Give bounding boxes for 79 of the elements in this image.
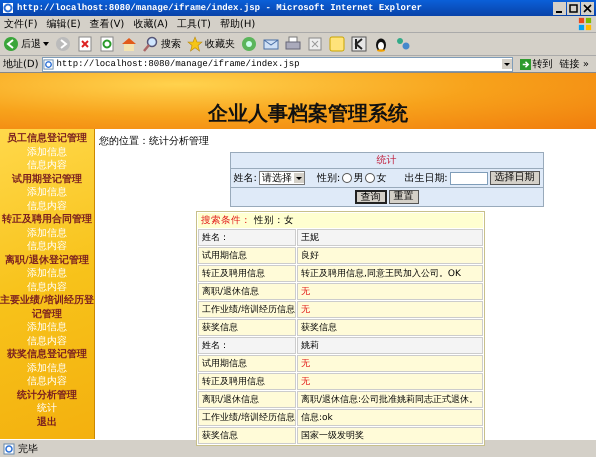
table-cell: 获奖信息 bbox=[198, 427, 296, 444]
menu-item[interactable]: 工具(T) bbox=[177, 17, 211, 31]
menu-item[interactable]: 收藏(A) bbox=[133, 17, 168, 31]
magnifier-icon bbox=[143, 36, 159, 52]
status-text: 完毕 bbox=[18, 442, 38, 456]
table-cell: 试用期信息 bbox=[198, 247, 296, 264]
back-button[interactable]: 后退 bbox=[3, 36, 41, 52]
arrow-icon bbox=[520, 58, 531, 70]
menu-item[interactable]: 编辑(E) bbox=[46, 17, 81, 31]
choose-date-button[interactable]: 选择日期 bbox=[490, 171, 540, 185]
site-title: 企业人事档案管理系统 bbox=[208, 100, 408, 127]
table-cell: 工作业绩/培训经历信息 bbox=[198, 409, 296, 426]
condition-label: 搜索条件： bbox=[201, 214, 251, 228]
sidebar-heading[interactable]: 试用期登记管理 bbox=[12, 172, 82, 186]
sidebar-heading[interactable]: 离职/退休登记管理 bbox=[5, 254, 89, 267]
sidebar-heading[interactable]: 员工信息登记管理 bbox=[7, 132, 87, 146]
table-cell: 离职/退休信息:公司批准姚莉同志正式退休。 bbox=[297, 391, 483, 408]
table-cell: 离职/退休信息 bbox=[198, 283, 296, 300]
table-cell: 获奖信息 bbox=[297, 319, 483, 336]
breadcrumb: 您的位置：统计分析管理 bbox=[99, 134, 209, 148]
k-icon[interactable] bbox=[351, 36, 367, 52]
table-cell: 试用期信息 bbox=[198, 355, 296, 372]
menu-item[interactable]: 帮助(H) bbox=[220, 17, 256, 31]
menu-item[interactable]: 查看(V) bbox=[90, 17, 124, 31]
table-cell: 姓名： bbox=[198, 229, 296, 246]
home-icon[interactable] bbox=[121, 36, 137, 52]
table-cell: 转正及聘用信息 bbox=[198, 265, 296, 282]
links-button[interactable]: 链接 » bbox=[560, 57, 593, 71]
reset-button[interactable]: 重置 bbox=[388, 190, 418, 204]
table-cell: 转正及聘用信息 bbox=[198, 373, 296, 390]
address-field[interactable]: http://localhost:8080/manage/iframe/index.jsp bbox=[42, 56, 513, 72]
page-icon bbox=[42, 58, 54, 70]
go-button[interactable]: 转到 bbox=[516, 57, 557, 71]
table-cell: 转正及聘用信息,同意王民加入公司。OK bbox=[297, 265, 483, 282]
page-icon bbox=[3, 442, 15, 454]
stop-icon[interactable] bbox=[77, 36, 93, 52]
star-icon bbox=[187, 36, 203, 52]
sidebar-heading[interactable]: 主要业绩/培训经历登记管理 bbox=[0, 294, 94, 321]
minimize-icon[interactable] bbox=[553, 2, 566, 14]
table-cell: 无 bbox=[297, 283, 483, 300]
penguin-icon[interactable] bbox=[373, 36, 389, 52]
field-label: 姓名: bbox=[234, 172, 257, 185]
form-title: 统计 bbox=[230, 153, 542, 169]
table-cell: 王妮 bbox=[297, 229, 483, 246]
table-cell: 无 bbox=[297, 301, 483, 318]
table-cell: 无 bbox=[297, 373, 483, 390]
close-icon[interactable] bbox=[581, 2, 594, 14]
field-label: 出生日期: bbox=[404, 172, 448, 185]
gender-radio[interactable]: 男 bbox=[342, 171, 364, 185]
menu-item[interactable]: 文件(F) bbox=[4, 17, 38, 31]
windows-logo-icon bbox=[578, 17, 592, 31]
search-button[interactable]: 搜索 bbox=[143, 36, 181, 52]
table-cell: 无 bbox=[297, 355, 483, 372]
address-label: 地址(D) bbox=[3, 58, 39, 71]
name-select[interactable]: 请选择 bbox=[258, 171, 305, 185]
table-cell: 工作业绩/培训经历信息 bbox=[198, 301, 296, 318]
sidebar-heading[interactable]: 统计分析管理 bbox=[17, 388, 77, 402]
table-cell: 姓名： bbox=[198, 337, 296, 354]
print-icon[interactable] bbox=[285, 36, 301, 52]
browser-icon bbox=[2, 2, 14, 14]
favorites-button[interactable]: 收藏夹 bbox=[187, 36, 235, 52]
gender-radio[interactable]: 女 bbox=[365, 171, 386, 185]
table-cell: 良好 bbox=[297, 247, 483, 264]
field-label: 性别: bbox=[316, 172, 340, 185]
refresh-icon[interactable] bbox=[99, 36, 115, 52]
table-cell: 获奖信息 bbox=[198, 319, 296, 336]
sidebar-heading[interactable]: 获奖信息登记管理 bbox=[7, 348, 87, 362]
maximize-icon[interactable] bbox=[567, 2, 580, 14]
sidebar-heading[interactable]: 退出 bbox=[37, 416, 57, 429]
condition-text: 性别：女 bbox=[254, 214, 294, 228]
window-title: http://localhost:8080/manage/iframe/index.jsp - Microsoft Internet Explorer bbox=[17, 3, 424, 13]
table-cell: 信息:ok bbox=[297, 409, 483, 426]
table-cell: 国家一级发明奖 bbox=[297, 427, 483, 444]
birth-date-field[interactable] bbox=[450, 172, 488, 184]
caret-icon[interactable] bbox=[43, 42, 49, 46]
table-cell: 离职/退休信息 bbox=[198, 391, 296, 408]
query-button[interactable]: 查询 bbox=[354, 190, 386, 204]
table-cell: 姚莉 bbox=[297, 337, 483, 354]
sidebar-heading[interactable]: 转正及聘用合同管理 bbox=[2, 213, 92, 226]
